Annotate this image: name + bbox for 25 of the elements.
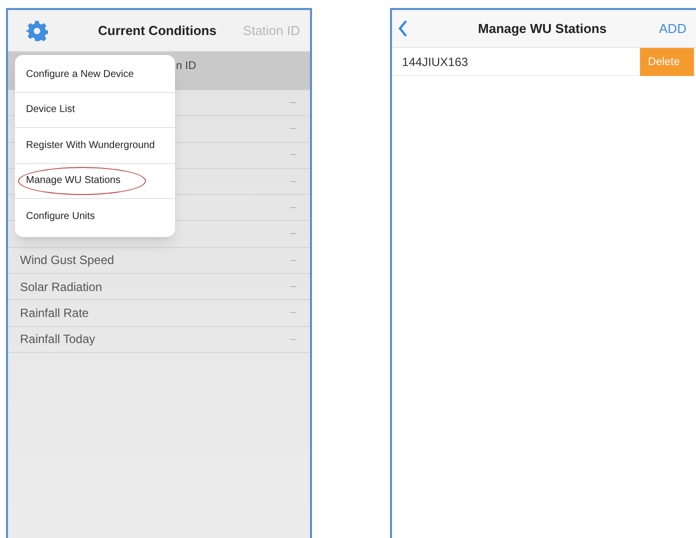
screen-title: Manage WU Stations [478,20,607,38]
row-value: -- [290,306,296,320]
row-label: Wind Gust Speed [20,252,114,270]
row-value: -- [290,227,296,240]
row-value: -- [290,280,296,293]
column-header-text: n ID [176,59,196,74]
row-label: Rainfall Rate [20,305,89,322]
row-value: -- [290,332,296,346]
station-id[interactable]: 144JIUX163 [402,52,468,70]
row-value: -- [290,174,296,188]
row-label: Rainfall Today [20,331,96,348]
row-value: -- [290,148,296,162]
screen-title: Current Conditions [98,22,216,40]
menu-item[interactable]: Manage WU Stations [26,173,120,188]
menu-item[interactable]: Register With Wunderground [26,138,155,153]
row-value: -- [290,254,296,267]
settings-icon[interactable] [26,20,48,42]
menu-item[interactable]: Configure a New Device [26,66,134,82]
menu-item[interactable]: Device List [26,102,75,118]
menu-item[interactable]: Configure Units [26,209,95,224]
row-value: -- [290,201,296,214]
back-chevron-icon[interactable] [398,20,408,37]
row-value: -- [290,96,296,109]
row-value: -- [290,122,296,136]
row-label: Solar Radiation [20,278,102,296]
